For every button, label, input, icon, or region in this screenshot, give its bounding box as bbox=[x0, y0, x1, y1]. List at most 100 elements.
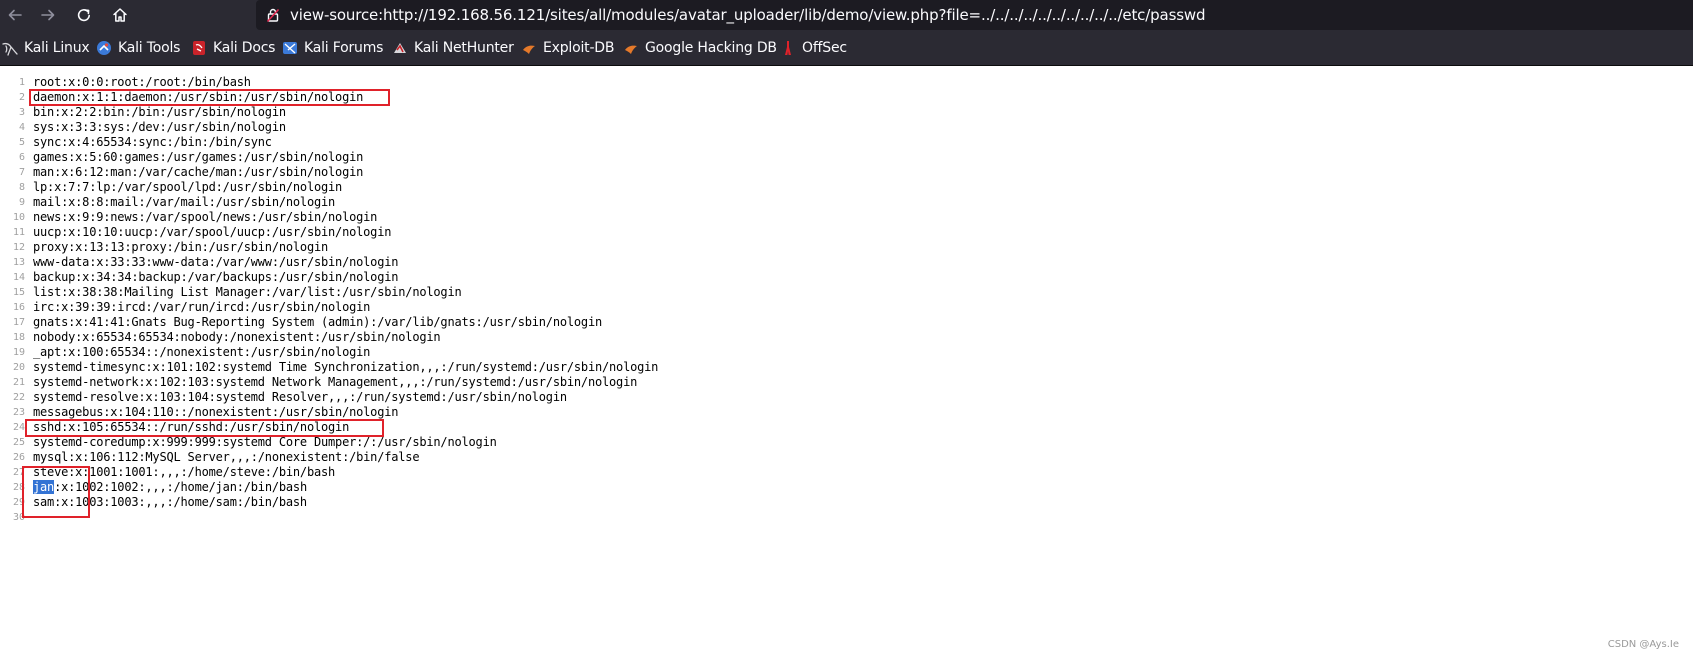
source-line: 14 backup:x:34:34:backup:/var/backups:/us… bbox=[0, 270, 1693, 285]
line-text: www-data:x:33:33:www-data:/var/www:/usr/… bbox=[33, 255, 399, 269]
line-text: games:x:5:60:games:/usr/games:/usr/sbin/… bbox=[33, 150, 364, 164]
source-line: 9 mail:x:8:8:mail:/var/mail:/usr/sbin/nol… bbox=[0, 195, 1693, 210]
line-number: 20 bbox=[12, 362, 25, 373]
bookmark-label: Kali Tools bbox=[118, 40, 181, 56]
line-number: 15 bbox=[12, 287, 25, 298]
source-line: 23 messagebus:x:104:110::/nonexistent:/us… bbox=[0, 405, 1693, 420]
line-text: backup:x:34:34:backup:/var/backups:/usr/… bbox=[33, 270, 399, 284]
line-number: 10 bbox=[12, 212, 25, 223]
line-text: news:x:9:9:news:/var/spool/news:/usr/sbi… bbox=[33, 210, 378, 224]
kali-dragon-icon bbox=[2, 40, 18, 56]
line-number: 22 bbox=[12, 392, 25, 403]
source-line: 19 _apt:x:100:65534::/nonexistent:/usr/sb… bbox=[0, 345, 1693, 360]
back-button[interactable] bbox=[3, 3, 27, 27]
kali-docs-icon bbox=[191, 40, 207, 56]
line-number: 17 bbox=[12, 317, 25, 328]
line-number: 23 bbox=[12, 407, 25, 418]
line-text: sys:x:3:3:sys:/dev:/usr/sbin/nologin bbox=[33, 120, 286, 134]
ghdb-icon bbox=[623, 40, 639, 56]
highlight-box-daemon bbox=[29, 89, 390, 106]
bookmark-label: Kali Forums bbox=[304, 40, 384, 56]
line-number: 11 bbox=[12, 227, 25, 238]
line-text: bin:x:2:2:bin:/bin:/usr/sbin/nologin bbox=[33, 105, 286, 119]
highlight-box-sshd bbox=[25, 419, 384, 437]
line-number: 2 bbox=[18, 92, 25, 103]
source-line: 29 sam:x:1003:1003:,,,:/home/sam:/bin/bas… bbox=[0, 495, 1693, 510]
arrow-right-icon bbox=[41, 9, 55, 21]
source-line: 30 bbox=[0, 510, 1693, 525]
kali-forums-icon bbox=[282, 40, 298, 56]
source-line: 8 lp:x:7:7:lp:/var/spool/lpd:/usr/sbin/no… bbox=[0, 180, 1693, 195]
source-line: 18 nobody:x:65534:65534:nobody:/nonexiste… bbox=[0, 330, 1693, 345]
line-text: messagebus:x:104:110::/nonexistent:/usr/… bbox=[33, 405, 399, 419]
forward-button[interactable] bbox=[36, 3, 60, 27]
line-text: proxy:x:13:13:proxy:/bin:/usr/sbin/nolog… bbox=[33, 240, 329, 254]
line-text: sync:x:4:65534:sync:/bin:/bin/sync bbox=[33, 135, 272, 149]
line-text: root:x:0:0:root:/root:/bin/bash bbox=[33, 75, 251, 89]
line-text: gnats:x:41:41:Gnats Bug-Reporting System… bbox=[33, 315, 602, 329]
line-text: uucp:x:10:10:uucp:/var/spool/uucp:/usr/s… bbox=[33, 225, 392, 239]
source-line: 21 systemd-network:x:102:103:systemd Netw… bbox=[0, 375, 1693, 390]
bookmark-offsec[interactable]: OffSec bbox=[780, 30, 847, 66]
source-line: 13 www-data:x:33:33:www-data:/var/www:/us… bbox=[0, 255, 1693, 270]
bookmark-label: Kali Docs bbox=[213, 40, 276, 56]
line-number: 16 bbox=[12, 302, 25, 313]
source-line: 4 sys:x:3:3:sys:/dev:/usr/sbin/nologin bbox=[0, 120, 1693, 135]
line-number: 3 bbox=[18, 107, 25, 118]
line-number: 13 bbox=[12, 257, 25, 268]
kali-tools-icon bbox=[96, 40, 112, 56]
reload-button[interactable] bbox=[72, 3, 96, 27]
source-line: 22 systemd-resolve:x:103:104:systemd Reso… bbox=[0, 390, 1693, 405]
line-number: 14 bbox=[12, 272, 25, 283]
line-text: lp:x:7:7:lp:/var/spool/lpd:/usr/sbin/nol… bbox=[33, 180, 343, 194]
line-number: 12 bbox=[12, 242, 25, 253]
line-text: nobody:x:65534:65534:nobody:/nonexistent… bbox=[33, 330, 441, 344]
source-line: 11 uucp:x:10:10:uucp:/var/spool/uucp:/usr… bbox=[0, 225, 1693, 240]
line-text: irc:x:39:39:ircd:/var/run/ircd:/usr/sbin… bbox=[33, 300, 371, 314]
bookmark-kali-nethunter[interactable]: Kali NetHunter bbox=[392, 30, 514, 66]
line-text: man:x:6:12:man:/var/cache/man:/usr/sbin/… bbox=[33, 165, 364, 179]
line-number: 19 bbox=[12, 347, 25, 358]
navigation-toolbar: view-source:http://192.168.56.121/sites/… bbox=[0, 0, 1693, 30]
bookmark-label: Exploit-DB bbox=[543, 40, 615, 56]
source-line: 17 gnats:x:41:41:Gnats Bug-Reporting Syst… bbox=[0, 315, 1693, 330]
line-text: systemd-network:x:102:103:systemd Networ… bbox=[33, 375, 638, 389]
url-text[interactable]: view-source:http://192.168.56.121/sites/… bbox=[290, 6, 1206, 24]
source-line: 16 irc:x:39:39:ircd:/var/run/ircd:/usr/sb… bbox=[0, 300, 1693, 315]
kali-nethunter-icon bbox=[392, 40, 408, 56]
source-line: 12 proxy:x:13:13:proxy:/bin:/usr/sbin/nol… bbox=[0, 240, 1693, 255]
source-line: 15 list:x:38:38:Mailing List Manager:/var… bbox=[0, 285, 1693, 300]
line-text-rest: :x:1002:1002:,,,:/home/jan:/bin/bash bbox=[54, 480, 307, 494]
line-number: 24 bbox=[12, 422, 25, 433]
line-number: 18 bbox=[12, 332, 25, 343]
view-source-content[interactable]: 1 root:x:0:0:root:/root:/bin/bash 2 daemon… bbox=[0, 66, 1693, 666]
bookmark-kali-docs[interactable]: Kali Docs bbox=[191, 30, 275, 66]
page-info-icon[interactable] bbox=[265, 7, 281, 23]
bookmark-label: Kali Linux bbox=[24, 40, 90, 56]
source-line: 3 bin:x:2:2:bin:/bin:/usr/sbin/nologin bbox=[0, 105, 1693, 120]
source-line: 10 news:x:9:9:news:/var/spool/news:/usr/s… bbox=[0, 210, 1693, 225]
bookmark-exploit-db[interactable]: Exploit-DB bbox=[521, 30, 614, 66]
offsec-icon bbox=[780, 40, 796, 56]
reload-icon bbox=[77, 9, 90, 22]
source-line: 1 root:x:0:0:root:/root:/bin/bash bbox=[0, 75, 1693, 90]
bookmark-kali-linux[interactable]: Kali Linux bbox=[2, 30, 90, 66]
line-number: 1 bbox=[18, 77, 25, 88]
home-button[interactable] bbox=[108, 3, 132, 27]
bookmark-kali-forums[interactable]: Kali Forums bbox=[282, 30, 383, 66]
line-number: 9 bbox=[18, 197, 25, 208]
line-number: 5 bbox=[18, 137, 25, 148]
bookmark-kali-tools[interactable]: Kali Tools bbox=[96, 30, 180, 66]
highlight-box-users bbox=[22, 466, 90, 518]
line-text: systemd-coredump:x:999:999:systemd Core … bbox=[33, 435, 497, 449]
source-line: 7 man:x:6:12:man:/var/cache/man:/usr/sbin… bbox=[0, 165, 1693, 180]
source-line: 25 systemd-coredump:x:999:999:systemd Cor… bbox=[0, 435, 1693, 450]
source-line: 20 systemd-timesync:x:101:102:systemd Tim… bbox=[0, 360, 1693, 375]
line-text: list:x:38:38:Mailing List Manager:/var/l… bbox=[33, 285, 462, 299]
source-line: 5 sync:x:4:65534:sync:/bin:/bin/sync bbox=[0, 135, 1693, 150]
line-number: 7 bbox=[18, 167, 25, 178]
bookmark-label: OffSec bbox=[802, 40, 847, 56]
source-line: 6 games:x:5:60:games:/usr/games:/usr/sbin… bbox=[0, 150, 1693, 165]
line-text: mail:x:8:8:mail:/var/mail:/usr/sbin/nolo… bbox=[33, 195, 336, 209]
bookmark-google-hacking-db[interactable]: Google Hacking DB bbox=[623, 30, 777, 66]
